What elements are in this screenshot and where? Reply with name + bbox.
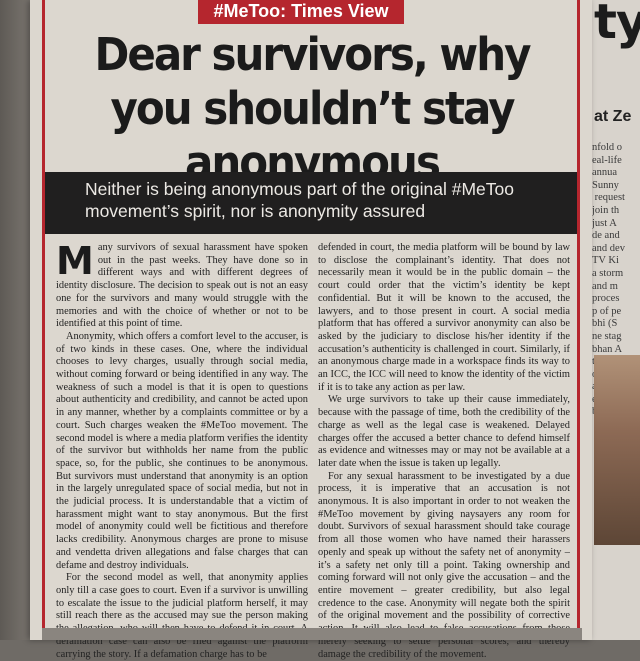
adjacent-page: ty at Ze nfold o eal-life annua Sunny re… — [588, 0, 640, 640]
paragraph: Anonymity, which offers a comfort level … — [56, 330, 308, 571]
article-deck: Neither is being anonymous part of the o… — [45, 172, 577, 234]
section-tag: #MeToo: Times View — [198, 0, 404, 24]
adjacent-headline: ty — [594, 0, 640, 50]
paragraph: defended in court, the media platform wi… — [318, 242, 570, 393]
table-surface — [42, 628, 582, 640]
article-column-2: defended in court, the media platform wi… — [318, 242, 570, 661]
drop-cap: M — [56, 239, 94, 283]
background-left — [0, 0, 34, 640]
paragraph: We urge survivors to take up their cause… — [318, 394, 570, 469]
article-headline: Dear survivors, why you shouldn’t stay a… — [94, 28, 531, 189]
adjacent-photo — [594, 355, 640, 545]
adjacent-subhead: at Ze — [594, 108, 632, 125]
paragraph: For the second model as well, that anony… — [56, 572, 308, 660]
paragraph: Many survivors of sexual harassment have… — [56, 239, 308, 330]
article-column-1: Many survivors of sexual harassment have… — [56, 242, 308, 661]
